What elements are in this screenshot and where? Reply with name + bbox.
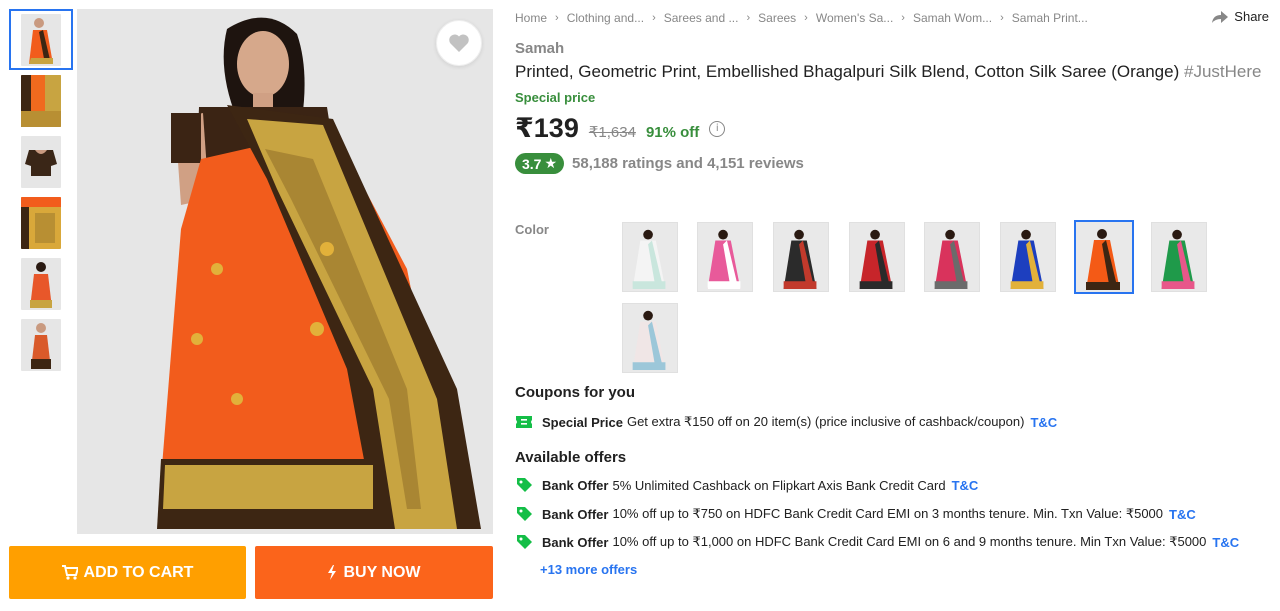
thumbnail-4[interactable] <box>9 192 73 253</box>
more-offers-link[interactable]: +13 more offers <box>540 562 637 577</box>
breadcrumb-item[interactable]: Samah Wom... <box>913 11 992 25</box>
blouse-thumbnail-icon <box>21 135 61 188</box>
saree-model-image-icon <box>77 9 493 534</box>
saree-fabric-thumbnail-icon <box>21 74 61 127</box>
offer-item: Bank Offer 5% Unlimited Cashback on Flip… <box>515 478 978 493</box>
color-swatch-light-blue[interactable] <box>622 303 678 373</box>
selling-price: ₹139 <box>515 113 579 143</box>
add-to-cart-label: ADD TO CART <box>83 563 194 581</box>
breadcrumb: Home › Clothing and... › Sarees and ... › S… <box>515 11 1088 25</box>
color-swatch-pink-white[interactable] <box>697 222 753 292</box>
chevron-right-icon: › <box>652 12 656 24</box>
offer-tnc-link[interactable]: T&C <box>1212 535 1239 550</box>
lightning-icon <box>328 565 337 580</box>
thumbnail-5[interactable] <box>9 253 73 314</box>
wishlist-heart-button[interactable] <box>436 20 482 66</box>
saree-model-back-thumbnail-icon <box>21 257 61 310</box>
chevron-right-icon: › <box>555 12 559 24</box>
ratings-reviews-count[interactable]: 58,188 ratings and 4,151 reviews <box>572 155 804 172</box>
heart-icon <box>449 34 469 52</box>
offer-tnc-link[interactable]: T&C <box>1169 507 1196 522</box>
special-price-label: Special price <box>515 90 596 105</box>
original-price: ₹1,634 <box>588 124 636 141</box>
offer-text: 5% Unlimited Cashback on Flipkart Axis B… <box>612 478 946 493</box>
offer-tag-icon <box>515 534 533 550</box>
offer-label: Bank Offer <box>542 478 609 493</box>
thumbnail-1[interactable] <box>9 9 73 70</box>
breadcrumb-item[interactable]: Sarees <box>758 11 796 25</box>
saree-swatch-icon <box>1076 222 1132 292</box>
breadcrumb-item[interactable]: Sarees and ... <box>664 11 739 25</box>
chevron-right-icon: › <box>901 12 905 24</box>
chevron-right-icon: › <box>746 12 751 24</box>
thumbnail-6[interactable] <box>9 314 73 375</box>
saree-swatch-icon <box>623 223 677 291</box>
color-swatch-blue[interactable] <box>1000 222 1056 292</box>
saree-swatch-icon <box>623 304 677 372</box>
available-offers-title: Available offers <box>515 449 627 466</box>
saree-swatch-icon <box>774 223 828 291</box>
thumbnail-2[interactable] <box>9 70 73 131</box>
buy-now-button[interactable]: BUY NOW <box>255 546 493 599</box>
saree-swatch-icon <box>1152 223 1206 291</box>
offer-tnc-link[interactable]: T&C <box>952 478 979 493</box>
coupon-tnc-link[interactable]: T&C <box>1030 415 1057 430</box>
fabric-detail-thumbnail-icon <box>21 196 61 249</box>
info-icon[interactable]: i <box>709 120 726 137</box>
rating-badge[interactable]: 3.7 ★ <box>515 153 565 174</box>
coupon-ticket-icon <box>515 416 533 428</box>
share-label: Share <box>1234 9 1269 24</box>
breadcrumb-item[interactable]: Women's Sa... <box>816 11 893 25</box>
saree-swatch-icon <box>1001 223 1055 291</box>
saree-swatch-icon <box>850 223 904 291</box>
coupon-item: Special Price Get extra ₹150 off on 20 i… <box>515 414 1057 430</box>
coupon-text: Get extra ₹150 off on 20 item(s) (price … <box>626 414 1025 429</box>
offer-text: 10% off up to ₹750 on HDFC Bank Credit C… <box>612 506 1164 521</box>
product-title: Printed, Geometric Print, Embellished Bh… <box>515 62 1261 82</box>
price-row: ₹139 ₹1,634 91% off i <box>515 113 726 144</box>
rating-row: 3.7 ★ 58,188 ratings and 4,151 reviews <box>515 153 804 174</box>
chevron-right-icon: › <box>1000 12 1004 24</box>
offer-text: 10% off up to ₹1,000 on HDFC Bank Credit… <box>612 534 1207 549</box>
offer-tag-icon <box>515 478 533 493</box>
color-swatch-red-black[interactable] <box>849 222 905 292</box>
color-label: Color <box>515 222 549 237</box>
cart-icon <box>61 565 78 580</box>
breadcrumb-item[interactable]: Samah Print... <box>1012 11 1088 25</box>
discount-percent: 91% off <box>645 124 700 141</box>
add-to-cart-button[interactable]: ADD TO CART <box>9 546 246 599</box>
saree-model-thumbnail-icon <box>21 13 61 66</box>
brand-name[interactable]: Samah <box>515 40 564 57</box>
offer-label: Bank Offer <box>542 534 609 550</box>
saree-swatch-icon <box>698 223 752 291</box>
color-swatch-white[interactable] <box>622 222 678 292</box>
thumbnail-3[interactable] <box>9 131 73 192</box>
buy-now-label: BUY NOW <box>343 563 421 581</box>
saree-swatch-icon <box>925 223 979 291</box>
share-icon <box>1212 10 1229 23</box>
breadcrumb-item[interactable]: Clothing and... <box>567 11 644 25</box>
breadcrumb-item[interactable]: Home <box>515 11 547 25</box>
offer-item: Bank Offer 10% off up to ₹750 on HDFC Ba… <box>515 506 1196 522</box>
share-button[interactable]: Share <box>1212 9 1269 24</box>
offer-tag-icon <box>515 506 533 522</box>
color-swatch-black-red[interactable] <box>773 222 829 292</box>
rating-value: 3.7 <box>522 155 542 172</box>
saree-model-side-thumbnail-icon <box>21 318 61 371</box>
thumbnail-strip <box>9 9 73 375</box>
offer-item: Bank Offer 10% off up to ₹1,000 on HDFC … <box>515 534 1239 550</box>
chevron-right-icon: › <box>804 12 808 24</box>
product-main-image[interactable] <box>77 9 493 534</box>
product-title-text: Printed, Geometric Print, Embellished Bh… <box>515 62 1180 81</box>
coupon-label: Special Price <box>542 414 623 430</box>
color-swatch-orange[interactable] <box>1074 220 1134 294</box>
color-swatch-pink-grey[interactable] <box>924 222 980 292</box>
coupons-title: Coupons for you <box>515 384 635 401</box>
color-swatch-green-pink[interactable] <box>1151 222 1207 292</box>
offer-label: Bank Offer <box>542 506 609 522</box>
product-title-tag: #JustHere <box>1184 62 1262 81</box>
star-icon: ★ <box>544 155 558 171</box>
